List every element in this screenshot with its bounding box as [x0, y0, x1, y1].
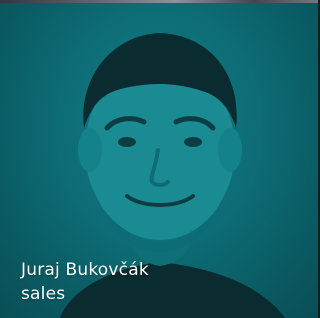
left-ear: [78, 128, 102, 172]
team-member-card[interactable]: Juraj Bukovčák sales: [0, 0, 318, 318]
left-eye: [118, 137, 136, 147]
person-role: sales: [21, 284, 66, 304]
right-eye: [184, 137, 202, 147]
right-ear: [218, 128, 242, 172]
caption: Juraj Bukovčák sales: [21, 258, 149, 306]
person-name: Juraj Bukovčák: [21, 260, 149, 280]
